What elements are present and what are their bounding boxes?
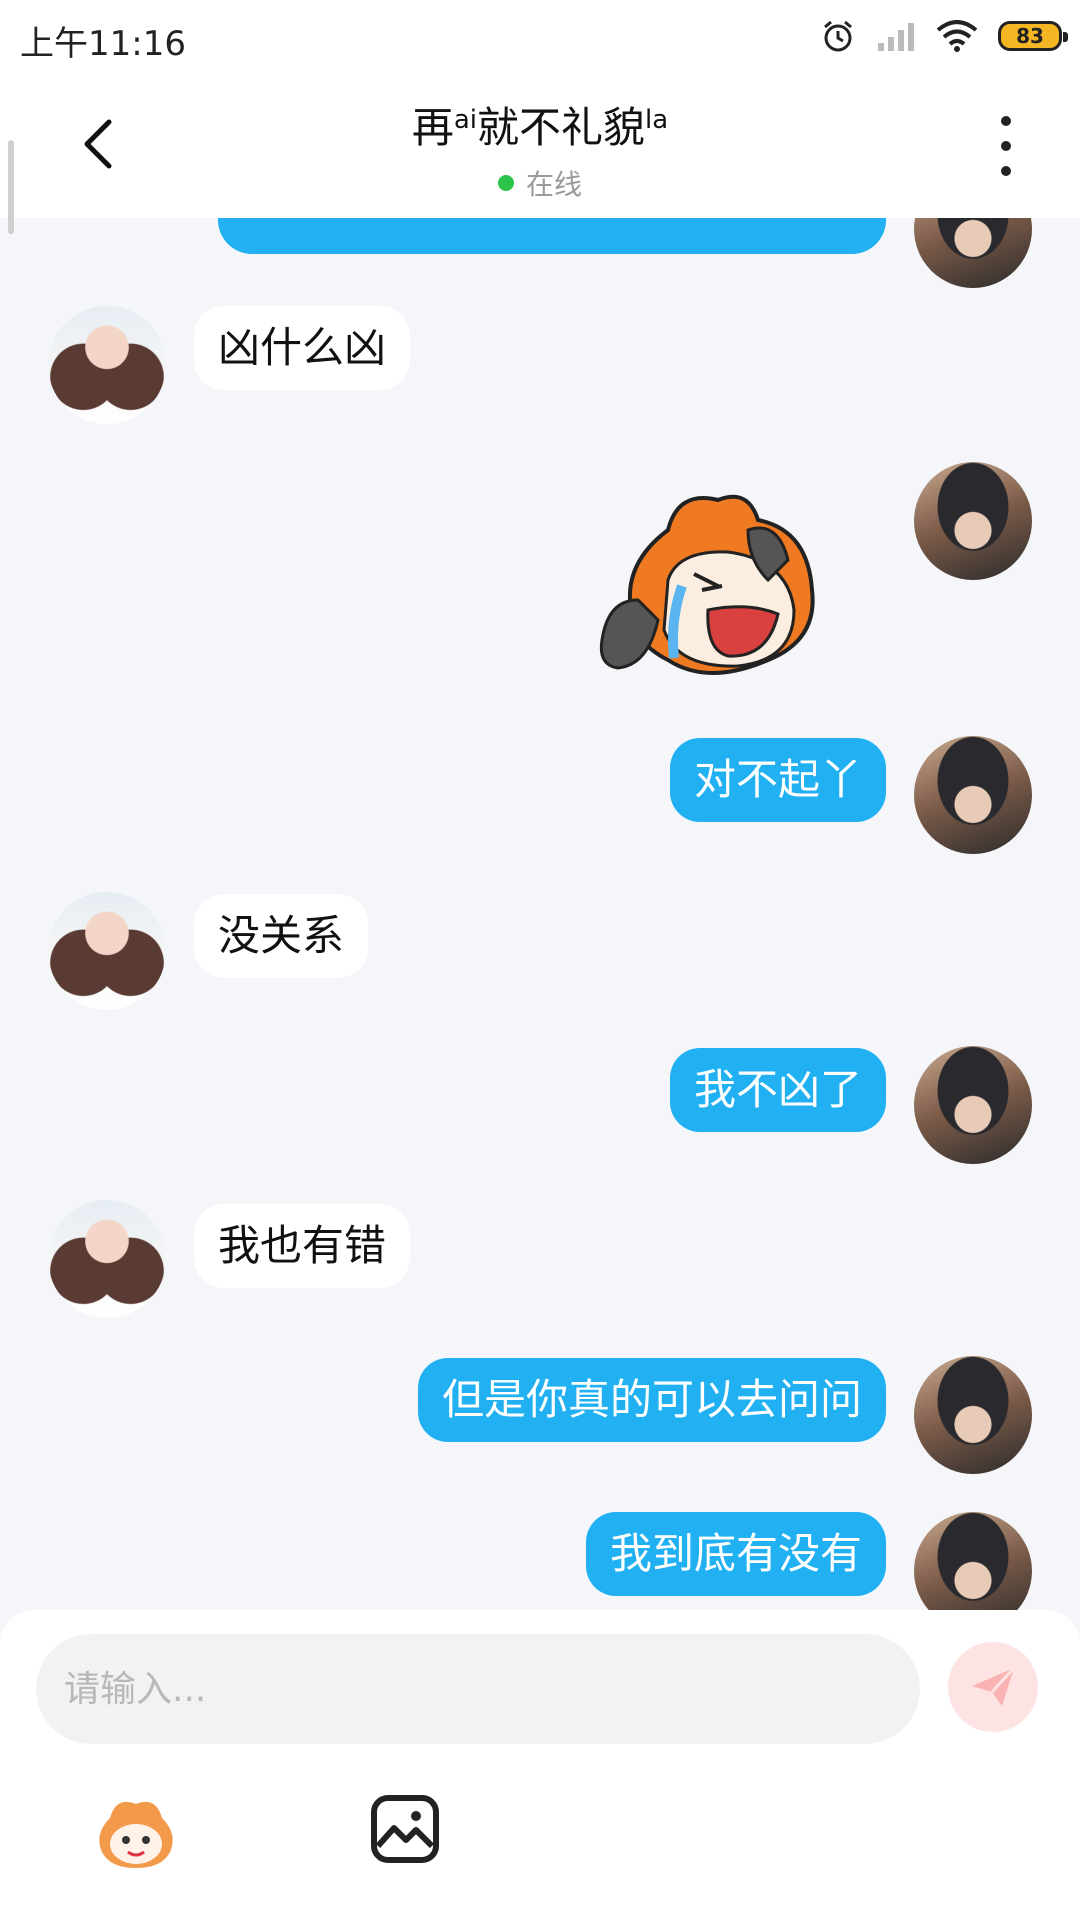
online-status: 在线 <box>497 163 582 203</box>
more-options-button[interactable] <box>994 116 1018 176</box>
status-bar: 上午11:16 83 <box>0 0 1080 72</box>
status-time: 上午11:16 <box>20 24 186 64</box>
image-picker-icon[interactable] <box>370 1794 440 1864</box>
avatar-contact[interactable] <box>48 306 166 424</box>
online-dot <box>497 175 514 191</box>
message-bubble-incoming[interactable]: 我也有错 <box>194 1204 411 1288</box>
avatar-self[interactable] <box>914 1046 1032 1164</box>
avatar-contact[interactable] <box>48 1200 166 1318</box>
message-bubble-outgoing[interactable]: 但是你真的可以去问问 <box>417 1358 886 1442</box>
dot-icon <box>1001 116 1011 126</box>
signal-icon <box>878 23 914 51</box>
avatar-self[interactable] <box>914 1512 1032 1610</box>
avatar-contact[interactable] <box>48 892 166 1010</box>
message-bubble-outgoing[interactable]: 我不凶了 <box>669 1048 886 1132</box>
emoji-mascot-icon[interactable] <box>92 1794 180 1870</box>
avatar-self[interactable] <box>914 462 1032 580</box>
online-status-label: 在线 <box>525 168 582 201</box>
title-part-2: 就不礼貌 <box>477 103 646 152</box>
send-plane-icon <box>972 1666 1016 1706</box>
dot-icon <box>1001 166 1011 176</box>
avatar-self[interactable] <box>914 1356 1032 1474</box>
page-title: 再ai就不礼貌la <box>0 94 1080 155</box>
send-button[interactable] <box>948 1642 1038 1732</box>
avatar-self[interactable] <box>914 736 1032 854</box>
chat-header: 再ai就不礼貌la 在线 <box>0 72 1080 234</box>
input-panel <box>0 1610 1080 1920</box>
battery-level: 83 <box>1016 24 1044 48</box>
message-input-container[interactable] <box>36 1634 920 1744</box>
chat-messages[interactable]: 凶什么凶 对不起丫 没关系 我不凶了 我也有错 但是你真的可以去问问 我到底有没… <box>0 218 1080 1610</box>
message-bubble-outgoing[interactable]: 我到底有没有 <box>585 1512 886 1596</box>
title-part-1: 再 <box>411 103 454 152</box>
message-bubble-outgoing[interactable]: 对不起丫 <box>669 738 886 822</box>
dot-icon <box>1001 141 1011 151</box>
message-bubble-partial[interactable] <box>218 218 886 254</box>
battery-indicator: 83 <box>998 21 1068 51</box>
wifi-icon <box>936 20 978 52</box>
sticker-crying-laugh[interactable] <box>598 490 834 680</box>
avatar-self[interactable] <box>914 218 1032 288</box>
alarm-icon <box>824 20 852 52</box>
status-icons: 83 <box>820 14 1068 58</box>
title-sup-2: la <box>645 105 669 135</box>
title-block: 再ai就不礼貌la 在线 <box>0 94 1080 203</box>
message-bubble-incoming[interactable]: 没关系 <box>194 894 369 978</box>
message-bubble-incoming[interactable]: 凶什么凶 <box>194 306 411 390</box>
title-sup-1: ai <box>453 105 477 135</box>
message-input[interactable] <box>36 1634 920 1744</box>
